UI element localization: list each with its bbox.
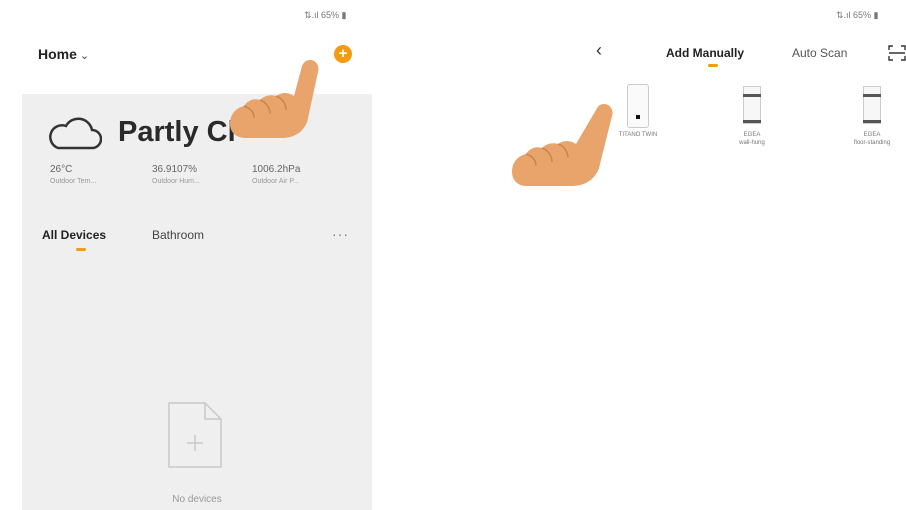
- water-heater-icon: [861, 84, 883, 128]
- back-button[interactable]: ‹: [596, 40, 602, 61]
- device-grid: TITANO TWIN EGEA wall-hung EGEA floor-st…: [598, 84, 906, 174]
- tab-add-manually[interactable]: Add Manually: [666, 46, 744, 60]
- room-tabs: All Devices Bathroom ···: [22, 226, 372, 256]
- metric-humidity: 36.9107% Outdoor Hum...: [152, 164, 242, 185]
- add-device-button[interactable]: +: [334, 45, 352, 63]
- water-heater-icon: [741, 84, 763, 128]
- add-document-icon: [168, 402, 222, 468]
- tab-bathroom[interactable]: Bathroom: [152, 228, 204, 242]
- active-tab-indicator: [708, 64, 718, 67]
- device-label: EGEA: [863, 132, 881, 138]
- home-screen: ⇅.ıl 65% ▮ Home ⌄ + Partly Cl 26°C Outdoo…: [22, 0, 372, 510]
- home-title: Home: [38, 46, 77, 62]
- metric-label: Outdoor Tem...: [50, 178, 97, 185]
- device-egea-wall-hung[interactable]: EGEA wall-hung: [712, 84, 792, 147]
- home-selector[interactable]: Home ⌄: [38, 46, 89, 62]
- status-bar: ⇅.ıl 65% ▮: [836, 10, 879, 20]
- tab-auto-scan[interactable]: Auto Scan: [792, 46, 847, 60]
- metric-value: 1006.2hPa: [252, 164, 301, 175]
- water-heater-icon: [627, 84, 649, 128]
- metric-label: Outdoor Air P...: [252, 178, 299, 185]
- device-sublabel: floor-standing: [853, 140, 891, 146]
- add-device-screen: ⇅.ıl 65% ▮ ‹ Add Manually Auto Scan TITA…: [580, 0, 906, 510]
- cloud-icon: [49, 117, 102, 150]
- metric-label: Outdoor Hum...: [152, 178, 200, 185]
- weather-condition: Partly Cl: [118, 116, 236, 148]
- tab-all-devices[interactable]: All Devices: [42, 228, 106, 242]
- home-body: Partly Cl 26°C Outdoor Tem... 36.9107% O…: [22, 94, 372, 510]
- chevron-down-icon: ⌄: [79, 50, 90, 62]
- pointing-hand-icon: [512, 104, 613, 186]
- scan-icon[interactable]: [888, 45, 906, 61]
- metric-air-pressure: 1006.2hPa Outdoor Air P...: [252, 164, 342, 185]
- metric-temperature: 26°C Outdoor Tem...: [50, 164, 140, 185]
- metric-value: 26°C: [50, 164, 73, 175]
- weather-metrics: 26°C Outdoor Tem... 36.9107% Outdoor Hum…: [50, 164, 360, 194]
- more-options-button[interactable]: ···: [332, 226, 349, 242]
- device-egea-floor-standing[interactable]: EGEA floor-standing: [832, 84, 906, 147]
- add-device-header: ‹ Add Manually Auto Scan: [580, 38, 906, 74]
- device-sublabel: wall-hung: [739, 140, 765, 146]
- pointing-hand-icon: [230, 60, 319, 138]
- active-tab-indicator: [76, 248, 86, 251]
- status-bar: ⇅.ıl 65% ▮: [304, 10, 347, 20]
- device-label: EGEA: [743, 132, 761, 138]
- empty-state-text: No devices: [172, 494, 222, 505]
- metric-value: 36.9107%: [152, 164, 198, 175]
